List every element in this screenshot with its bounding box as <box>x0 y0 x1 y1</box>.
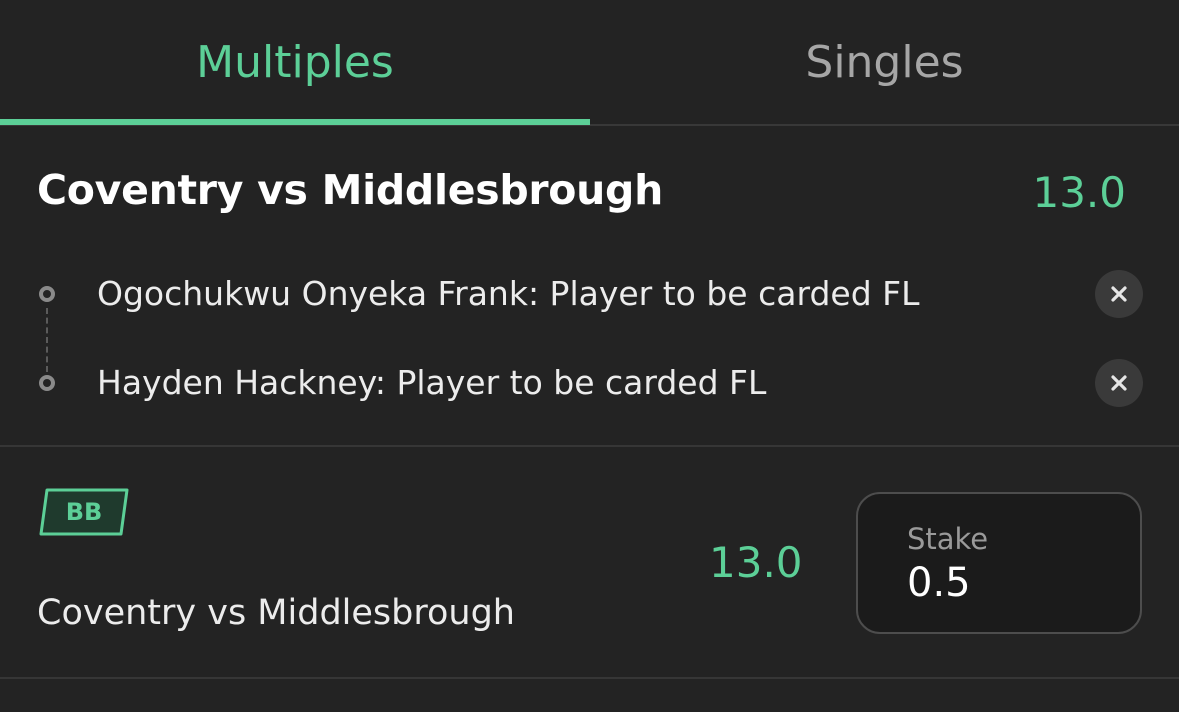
match-title: Coventry vs Middlesbrough <box>37 166 663 214</box>
bet-match-name: Coventry vs Middlesbrough <box>37 593 515 633</box>
timeline-dot-icon <box>39 375 55 391</box>
match-odds: 13.0 <box>1032 168 1126 217</box>
bet-builder-badge: BB <box>38 487 130 537</box>
stake-value: 0.5 <box>907 560 971 606</box>
stake-label: Stake <box>907 522 989 556</box>
timeline-connector <box>46 308 48 372</box>
remove-selection-button[interactable] <box>1095 359 1143 407</box>
tab-singles[interactable]: Singles <box>590 0 1179 124</box>
bet-odds: 13.0 <box>709 538 803 587</box>
close-icon <box>1111 375 1127 391</box>
active-tab-indicator <box>0 119 590 125</box>
section-divider <box>0 445 1179 447</box>
remove-selection-button[interactable] <box>1095 270 1143 318</box>
stake-input[interactable]: Stake 0.5 <box>856 492 1142 634</box>
close-icon <box>1111 286 1127 302</box>
timeline-dot-icon <box>39 286 55 302</box>
badge-label: BB <box>65 498 103 526</box>
bet-type-tabs: Multiples Singles <box>0 0 1179 126</box>
selection-label: Hayden Hackney: Player to be carded FL <box>97 363 767 402</box>
selection-label: Ogochukwu Onyeka Frank: Player to be car… <box>97 274 920 313</box>
section-divider <box>0 677 1179 679</box>
tab-multiples[interactable]: Multiples <box>0 0 590 124</box>
